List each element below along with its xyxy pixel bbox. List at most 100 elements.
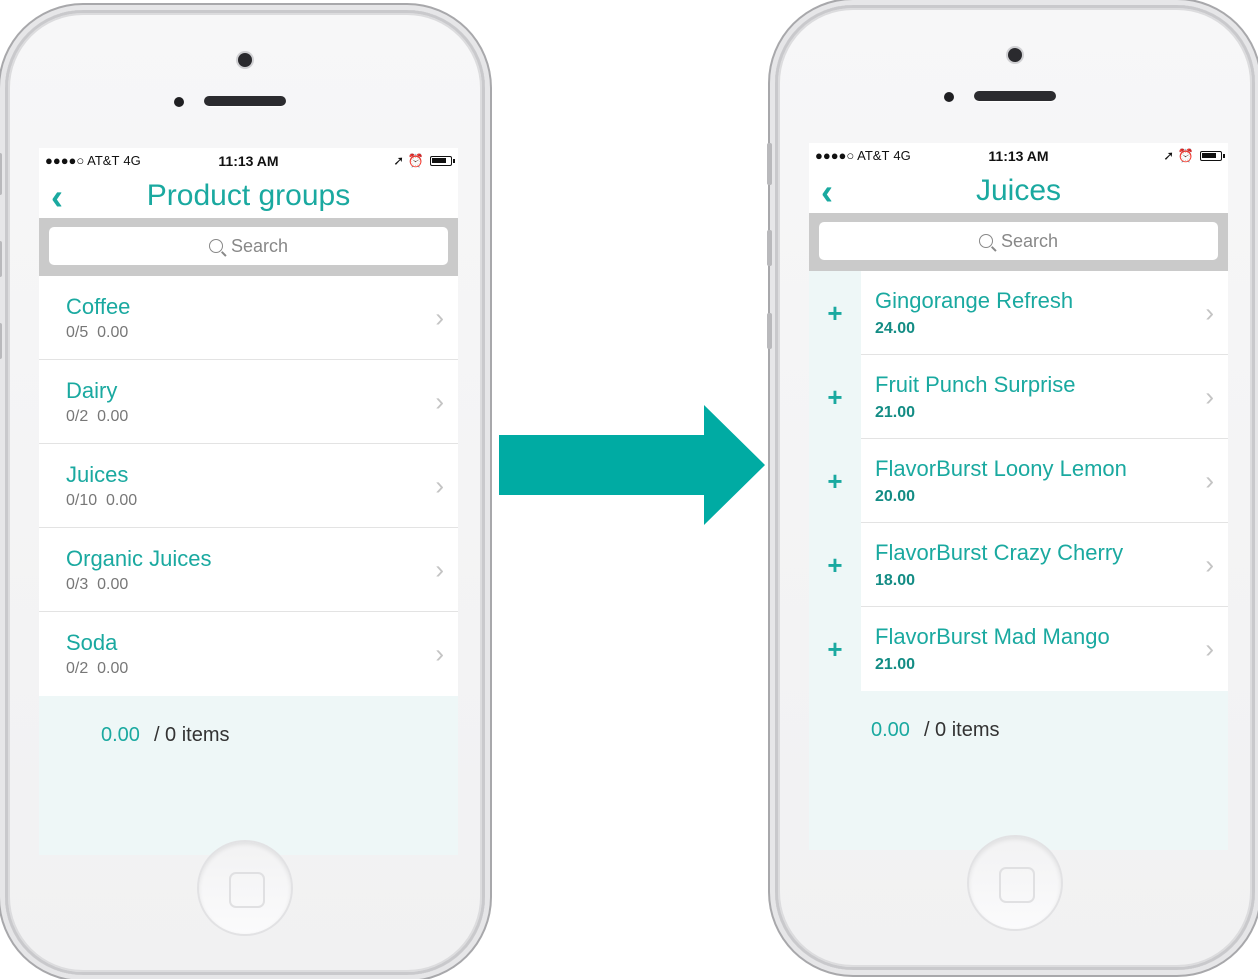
group-count: 0/3 (66, 575, 89, 593)
add-product-plus-icon[interactable]: + (809, 271, 861, 355)
earpiece-speaker (974, 91, 1056, 101)
add-product-plus-icon[interactable]: + (809, 607, 861, 691)
earpiece-speaker (204, 96, 286, 106)
volume-up-button (767, 230, 772, 266)
chevron-right-icon: › (1205, 381, 1214, 411)
status-right-icons: ➚ ⏰ (1163, 147, 1225, 164)
back-chevron-icon[interactable]: ‹ (821, 174, 833, 210)
product-name: Gingorange Refresh (875, 287, 1074, 313)
location-alarm-icon: ➚ ⏰ (393, 152, 424, 168)
group-count: 0/5 (66, 323, 89, 341)
product-name: FlavorBurst Loony Lemon (875, 455, 1127, 481)
home-button[interactable] (199, 842, 291, 934)
product-row[interactable]: + Gingorange Refresh 24.00 › (809, 271, 1228, 355)
status-right-icons: ➚ ⏰ (393, 152, 455, 169)
back-chevron-icon[interactable]: ‹ (51, 179, 63, 215)
right-screen: ●●●●○ AT&T 4G 11:13 AM ➚ ⏰ ‹ Juices Sear… (809, 143, 1228, 850)
group-summary: 0/2 0.00 (66, 408, 128, 426)
add-product-plus-icon[interactable]: + (809, 355, 861, 439)
location-alarm-icon: ➚ ⏰ (1163, 147, 1194, 163)
proximity-sensor (944, 92, 954, 102)
product-group-list: Coffee 0/5 0.00 › Dairy 0/2 0.00 › Juice… (39, 276, 458, 696)
cart-total: 0.00 (871, 719, 910, 741)
carrier-name: ●●●●○ AT&T (45, 153, 120, 168)
proximity-sensor (174, 97, 184, 107)
cart-summary: 0.00 / 0 items (809, 691, 1228, 742)
navigation-bar: ‹ Juices (809, 168, 1228, 213)
status-bar: ●●●●○ AT&T 4G 11:13 AM ➚ ⏰ (809, 143, 1228, 168)
group-name: Soda (66, 630, 118, 655)
chevron-right-icon: › (435, 386, 444, 416)
network-type: 4G (893, 148, 911, 163)
product-list: + Gingorange Refresh 24.00 › + Fruit Pun… (809, 271, 1228, 691)
group-name: Dairy (66, 377, 118, 403)
product-price: 21.00 (875, 656, 916, 673)
front-camera-icon (1008, 48, 1022, 62)
network-type: 4G (123, 153, 141, 168)
status-time: 11:13 AM (218, 152, 279, 169)
product-price: 21.00 (875, 403, 916, 421)
search-icon (208, 239, 223, 253)
arrow-right-icon (499, 405, 765, 525)
search-icon (978, 234, 993, 248)
left-screen: ●●●●○ AT&T 4G 11:13 AM ➚ ⏰ ‹ Product gro… (39, 148, 458, 855)
group-count: 0/2 (66, 407, 89, 425)
search-bar: Search (39, 218, 458, 276)
search-placeholder: Search (1000, 230, 1059, 251)
page-title: Juices (975, 173, 1062, 207)
group-amount: 0.00 (97, 323, 129, 341)
product-row[interactable]: + Fruit Punch Surprise 21.00 › (809, 355, 1228, 439)
product-price: 20.00 (875, 487, 916, 505)
group-row-juices[interactable]: Juices 0/10 0.00 › (39, 444, 458, 528)
product-row[interactable]: + FlavorBurst Mad Mango 21.00 › (809, 607, 1228, 691)
chevron-right-icon: › (1205, 465, 1214, 495)
page-title: Product groups (146, 178, 351, 212)
cart-item-count: / 0 items (923, 719, 1000, 741)
mute-switch (767, 143, 772, 185)
mute-switch (0, 153, 2, 195)
chevron-right-icon: › (1205, 297, 1214, 327)
chevron-right-icon: › (435, 302, 444, 332)
group-row-soda[interactable]: Soda 0/2 0.00 › (39, 612, 458, 696)
battery-icon (430, 155, 455, 166)
home-button[interactable] (969, 837, 1061, 929)
group-row-organic-juices[interactable]: Organic Juices 0/3 0.00 › (39, 528, 458, 612)
product-name: Fruit Punch Surprise (875, 371, 1076, 397)
cart-summary: 0.00 / 0 items (39, 696, 458, 747)
product-name: FlavorBurst Crazy Cherry (875, 539, 1124, 565)
group-summary: 0/3 0.00 (66, 576, 212, 594)
group-name: Juices (66, 461, 129, 487)
product-price: 18.00 (875, 571, 916, 589)
carrier-label: ●●●●○ AT&T 4G (815, 148, 911, 163)
chevron-right-icon: › (435, 638, 444, 669)
chevron-right-icon: › (435, 470, 444, 500)
search-bar: Search (809, 213, 1228, 271)
battery-icon (1200, 150, 1225, 161)
stage: ●●●●○ AT&T 4G 11:13 AM ➚ ⏰ ‹ Product gro… (0, 0, 1258, 979)
group-amount: 0.00 (97, 407, 129, 425)
group-amount: 0.00 (97, 575, 129, 593)
search-input[interactable]: Search (49, 227, 448, 265)
phone-right: ●●●●○ AT&T 4G 11:13 AM ➚ ⏰ ‹ Juices Sear… (767, 5, 1255, 970)
group-row-dairy[interactable]: Dairy 0/2 0.00 › (39, 360, 458, 444)
status-bar: ●●●●○ AT&T 4G 11:13 AM ➚ ⏰ (39, 148, 458, 173)
add-product-plus-icon[interactable]: + (809, 523, 861, 607)
group-name: Coffee (66, 293, 131, 319)
group-summary: 0/2 0.00 (66, 660, 128, 678)
front-camera-icon (238, 53, 252, 67)
search-input[interactable]: Search (819, 222, 1218, 260)
phone-left: ●●●●○ AT&T 4G 11:13 AM ➚ ⏰ ‹ Product gro… (0, 10, 485, 975)
group-amount: 0.00 (106, 491, 138, 509)
cart-item-count: / 0 items (153, 724, 230, 746)
volume-up-button (0, 241, 2, 277)
group-row-coffee[interactable]: Coffee 0/5 0.00 › (39, 276, 458, 360)
search-placeholder: Search (230, 235, 289, 256)
cart-total: 0.00 (101, 724, 140, 746)
chevron-right-icon: › (1205, 549, 1214, 579)
chevron-right-icon: › (435, 554, 444, 584)
add-product-plus-icon[interactable]: + (809, 439, 861, 523)
group-summary: 0/5 0.00 (66, 324, 130, 342)
carrier-name: ●●●●○ AT&T (815, 148, 890, 163)
product-row[interactable]: + FlavorBurst Loony Lemon 20.00 › (809, 439, 1228, 523)
product-row[interactable]: + FlavorBurst Crazy Cherry 18.00 › (809, 523, 1228, 607)
